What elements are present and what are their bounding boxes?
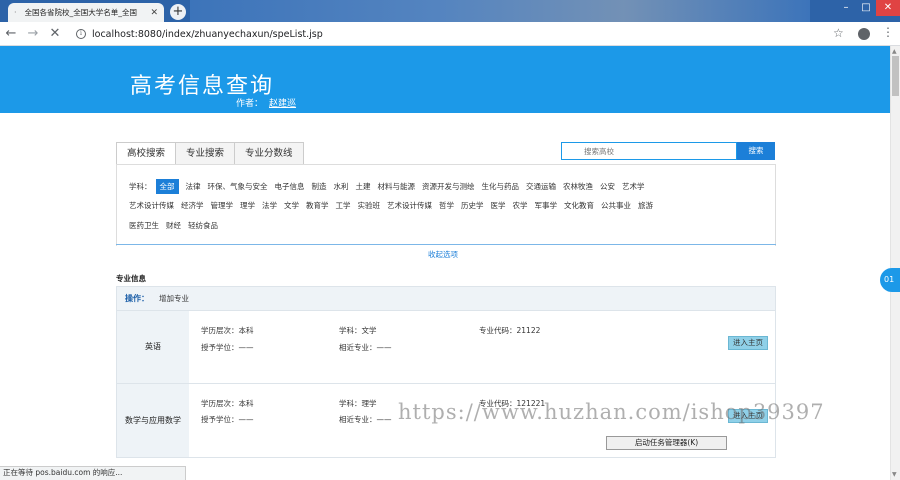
minimize-icon[interactable]: – [836,0,856,16]
table-row: 英语 学历层次：本科 授予学位：—— 学科：文学 相近专业：—— 专业代码：21… [116,311,776,384]
filter-item[interactable]: 生化与药品 [482,181,520,192]
filter-item[interactable]: 教育学 [306,200,329,211]
major-similar: 相近专业：—— [339,415,392,424]
page-scrollbar[interactable]: ▲ ▼ [890,46,900,480]
tab-close-icon[interactable]: ✕ [150,8,158,18]
filter-item[interactable]: 艺术设计传媒 [129,200,174,211]
filter-item[interactable]: 财经 [166,220,181,231]
section-title: 专业信息 [116,274,146,283]
filter-item[interactable]: 制造 [312,181,327,192]
author-name[interactable]: 赵建巡 [269,99,296,109]
filter-item[interactable]: 交通运输 [526,181,556,192]
major-name: 数学与应用数学 [117,384,189,457]
major-similar: 相近专业：—— [339,343,392,352]
search-tabs: 高校搜索 专业搜索 专业分数线 [116,142,304,164]
major-level: 学历层次：本科 [201,326,254,335]
forward-arrow-icon[interactable]: → [22,26,44,41]
url-text[interactable]: localhost:8080/index/zhuanyechaxun/speLi… [92,29,323,40]
browser-status-bar: 正在等待 pos.baidu.com 的响应... [0,466,186,480]
filter-item[interactable]: 医学 [491,200,506,211]
major-code: 专业代码：21122 [479,326,541,335]
browser-tab[interactable]: · 全国各省院校_全国大学名单_全国 ✕ [8,3,164,22]
page-header: 高考信息查询 作者： 赵建巡 [0,46,890,113]
filter-item[interactable]: 土建 [356,181,371,192]
side-float-widget[interactable]: 01 [880,268,900,292]
window-controls: – □ ✕ [836,0,900,16]
address-bar: ← → ✕ i localhost:8080/index/zhuanyechax… [0,22,900,46]
filter-item[interactable]: 实验班 [358,200,381,211]
filter-item[interactable]: 农学 [513,200,528,211]
url-field[interactable]: i localhost:8080/index/zhuanyechaxun/spe… [76,25,846,43]
scroll-up-icon[interactable]: ▲ [892,48,897,55]
filter-item[interactable]: 材料与能源 [378,181,416,192]
window-close-icon[interactable]: ✕ [876,0,900,16]
tab-major-search[interactable]: 专业搜索 [175,142,236,164]
filter-item[interactable]: 工学 [336,200,351,211]
major-name: 英语 [117,311,189,383]
watermark: https://www.huzhan.com/ishop39397 [398,400,825,424]
filter-label: 学科： [129,182,152,191]
scroll-thumb[interactable] [892,56,899,96]
filter-item[interactable]: 农林牧渔 [563,181,593,192]
search-button[interactable]: 搜索 [737,142,775,160]
stop-icon[interactable]: ✕ [44,26,66,41]
filter-item[interactable]: 资源开发与测绘 [422,181,475,192]
filter-item[interactable]: 艺术设计传媒 [387,200,432,211]
site-author: 作者： 赵建巡 [236,96,296,109]
filter-item[interactable]: 文学 [284,200,299,211]
maximize-icon[interactable]: □ [856,0,876,16]
filter-item[interactable]: 电子信息 [275,181,305,192]
context-menu-item[interactable]: 启动任务管理器(K) [606,436,727,450]
filter-item[interactable]: 经济学 [181,200,204,211]
filter-divider [116,244,776,245]
filter-item[interactable]: 旅游 [638,200,653,211]
filter-item[interactable]: 哲学 [439,200,454,211]
filter-item[interactable]: 轻纺食品 [188,220,218,231]
filter-item[interactable]: 历史学 [461,200,484,211]
operations-bar: 操作： 增加专业 [116,286,776,311]
filter-row-1: 学科： 全部 法律 环保、气象与安全 电子信息 制造 水利 土建 材料与能源 资… [129,179,652,194]
filter-item-all[interactable]: 全部 [155,179,179,194]
add-major-link[interactable]: 增加专业 [159,293,189,304]
scroll-down-icon[interactable]: ▼ [892,471,897,478]
filter-row-3: 医药卫生 财经 轻纺食品 [129,220,225,231]
account-icon[interactable] [858,28,870,40]
major-level: 学历层次：本科 [201,399,254,408]
filter-item[interactable]: 管理学 [211,200,234,211]
filter-item[interactable]: 水利 [334,181,349,192]
tab-title: 全国各省院校_全国大学名单_全国 [24,8,138,17]
major-degree: 授予学位：—— [201,343,254,352]
tab-college-search[interactable]: 高校搜索 [116,142,177,164]
browser-tab-strip: · 全国各省院校_全国大学名单_全国 ✕ + – □ ✕ [0,0,900,22]
major-subject: 学科：文学 [339,326,377,335]
tab-strip-background [190,0,810,22]
filter-item[interactable]: 艺术学 [622,181,645,192]
favicon-icon: · [14,8,17,17]
filter-item[interactable]: 医药卫生 [129,220,159,231]
filter-item[interactable]: 法律 [186,181,201,192]
enter-homepage-button[interactable]: 进入主页 [728,336,768,350]
collapse-options-link[interactable]: 收起选项 [428,249,458,260]
search-input[interactable] [562,143,736,159]
major-subject: 学科：理学 [339,399,377,408]
filter-item[interactable]: 理学 [240,200,255,211]
author-label: 作者： [236,99,264,109]
back-arrow-icon[interactable]: ← [0,26,22,41]
ops-label: 操作： [125,294,149,303]
major-degree: 授予学位：—— [201,415,254,424]
menu-icon[interactable]: ⋮ [882,25,894,39]
filter-item[interactable]: 法学 [262,200,277,211]
new-tab-button[interactable]: + [170,4,186,20]
filter-item[interactable]: 军事学 [535,200,558,211]
filter-item[interactable]: 公安 [600,181,615,192]
search-box [561,142,737,160]
info-icon[interactable]: i [76,29,86,39]
filter-panel: 学科： 全部 法律 环保、气象与安全 电子信息 制造 水利 土建 材料与能源 资… [116,164,776,246]
filter-row-2: 艺术设计传媒 经济学 管理学 理学 法学 文学 教育学 工学 实验班 艺术设计传… [129,200,660,211]
filter-item[interactable]: 公共事业 [601,200,631,211]
star-icon[interactable]: ☆ [833,26,844,40]
tab-major-score[interactable]: 专业分数线 [234,142,304,164]
filter-item[interactable]: 环保、气象与安全 [208,181,268,192]
filter-item[interactable]: 文化教育 [564,200,594,211]
